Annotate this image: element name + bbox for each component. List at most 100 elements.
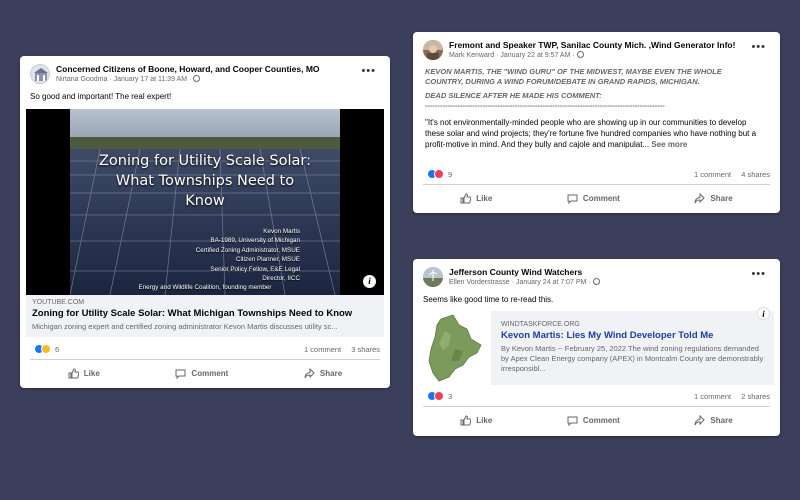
caps-line: KEVON MARTIS, THE "WIND GURU" OF THE MID… [425,67,722,76]
divider [423,406,770,407]
comment-icon [567,416,578,426]
video-title: Zoning for Utility Scale Solar: What Tow… [70,151,340,211]
comment-icon [175,369,186,379]
post-author[interactable]: Mark Kenward [449,52,494,59]
credit-line: Certified Zoning Administrator, MSUE [195,246,300,254]
video-title-line: Zoning for Utility Scale Solar: [98,153,312,169]
separator: · [572,52,575,59]
link-description: Michigan zoning expert and certified zon… [32,322,338,331]
link-domain: YOUTUBE.COM [32,299,85,306]
post-meta: Ellen Vorderstrasse · January 24 at 7:07… [449,278,747,288]
post-meta: Mark Kenward · January 22 at 9:57 AM · [449,51,747,61]
share-label: Share [710,193,733,203]
post-text: Seems like good time to re-read this. [423,295,554,304]
share-count[interactable]: 2 shares [741,392,770,401]
reaction-count[interactable]: 9 [448,170,452,179]
post-author[interactable]: Ellen Vorderstrasse [449,279,510,286]
post-time[interactable]: January 24 at 7:07 PM [516,279,586,286]
video-title-line: What Townships Need to [115,173,295,189]
link-description: By Kevon Martis -- February 25, 2022 The… [501,344,764,373]
like-label: Like [476,415,493,425]
comment-count[interactable]: 1 comment [694,170,731,179]
post-text: So good and important! The real expert! [30,92,172,101]
thumbs-up-icon [68,367,79,378]
video-title-line: Know [185,193,225,209]
post-body: KEVON MARTIS, THE "WIND GURU" OF THE MID… [413,61,780,150]
comment-count[interactable]: 1 comment [304,345,341,354]
see-more-link[interactable]: See more [651,140,687,149]
credit-line: BA-1989, University of Michigan [210,237,300,245]
share-button[interactable]: Share [304,367,342,379]
share-icon [694,192,706,203]
page-name[interactable]: Concerned Citizens of Boone, Howard, and… [56,64,357,75]
separator: · [496,52,499,59]
post-card-1: Concerned Citizens of Boone, Howard, and… [20,56,390,388]
action-bar: Like Comment Share [423,410,770,430]
love-reaction-icon [434,169,444,179]
like-button[interactable]: Like [68,367,100,379]
page-avatar[interactable] [30,64,50,84]
comment-button[interactable]: Comment [567,193,620,204]
link-title[interactable]: Kevon Martis: Lies My Wind Developer Tol… [501,330,766,342]
post-header: Jefferson County Wind Watchers Ellen Vor… [413,259,780,288]
page-avatar[interactable] [423,267,443,287]
quote-text: "It's not environmentally-minded people … [425,117,768,150]
video-thumbnail[interactable]: Zoning for Utility Scale Solar: What Tow… [26,109,384,295]
quote-body: "It's not environmentally-minded people … [425,118,757,149]
comment-label: Comment [582,193,620,203]
link-title[interactable]: Zoning for Utility Scale Solar: What Mic… [32,308,378,320]
comment-label: Comment [191,368,229,378]
love-reaction-icon [434,391,444,401]
more-options-button[interactable]: ••• [357,64,380,78]
share-button[interactable]: Share [694,414,733,426]
photo-avatar-icon [423,267,443,287]
link-preview[interactable]: YOUTUBE.COM Zoning for Utility Scale Sol… [26,295,384,337]
link-domain: WINDTASKFORCE.ORG [501,321,580,328]
rule-line: ----------------------------------------… [425,101,665,110]
like-label: Like [476,193,493,203]
like-button[interactable]: Like [460,414,493,426]
link-thumbnail [419,311,491,385]
comment-count[interactable]: 1 comment [694,392,731,401]
page-name[interactable]: Fremont and Speaker TWP, Sanilac County … [449,40,747,51]
post-time[interactable]: January 17 at 11:39 AM [114,76,187,83]
info-icon[interactable]: i [757,307,770,320]
like-label: Like [83,368,100,378]
share-icon [304,367,315,378]
page-avatar[interactable] [423,40,443,60]
more-options-button[interactable]: ••• [747,267,770,281]
video-credits: Kevon Martis BA-1989, University of Mich… [70,227,300,293]
post-card-3: Jefferson County Wind Watchers Ellen Vor… [413,259,780,436]
info-icon[interactable]: i [363,275,376,288]
comment-button[interactable]: Comment [567,415,620,426]
post-author[interactable]: Nirtana Goodma [56,76,107,83]
share-label: Share [710,415,733,425]
post-time[interactable]: January 22 at 9:57 AM [500,52,570,59]
page-name[interactable]: Jefferson County Wind Watchers [449,267,747,278]
post-card-2: Fremont and Speaker TWP, Sanilac County … [413,32,780,213]
like-button[interactable]: Like [460,192,493,204]
caps-line: COUNTRY, DURING A WIND FORUM/DEBATE IN G… [425,77,700,86]
reaction-bar: 6 1 comment 3 shares [34,344,380,354]
reaction-count[interactable]: 3 [448,392,452,401]
credit-line: Senior Policy Fellow, E&E Legal [210,265,300,273]
post-header: Concerned Citizens of Boone, Howard, and… [20,56,390,85]
link-preview[interactable]: WINDTASKFORCE.ORG Kevon Martis: Lies My … [419,307,774,385]
reaction-count[interactable]: 6 [55,345,59,354]
divider [30,359,380,360]
share-count[interactable]: 4 shares [741,170,770,179]
share-button[interactable]: Share [694,192,733,204]
comment-icon [567,194,578,204]
separator: · [511,279,514,286]
credit-line: Kevon Martis [263,228,300,235]
separator: · [188,76,192,83]
thumbs-up-icon [460,414,472,425]
credit-line: Citizen Planner, MSUE [235,256,300,264]
more-options-button[interactable]: ••• [747,40,770,54]
share-count[interactable]: 3 shares [351,345,380,354]
wow-reaction-icon [41,344,51,354]
action-bar: Like Comment Share [423,188,770,208]
comment-button[interactable]: Comment [175,368,228,379]
credit-line: Director, IICC [262,275,300,283]
share-icon [694,414,706,425]
